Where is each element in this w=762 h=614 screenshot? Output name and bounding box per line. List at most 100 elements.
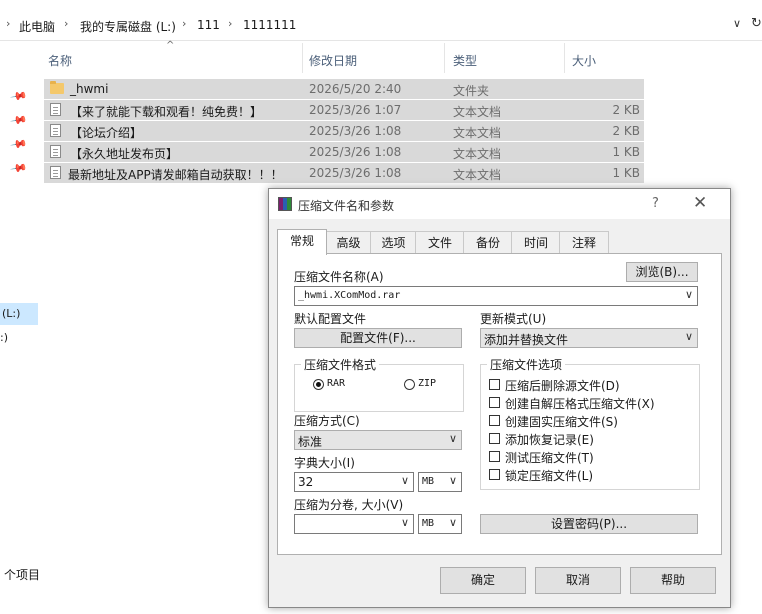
dictionary-size-select[interactable]: 32 ∨ xyxy=(294,472,414,492)
option-label[interactable]: 锁定压缩文件(L) xyxy=(505,467,593,484)
column-header-type[interactable]: 类型 xyxy=(453,52,477,69)
checkbox-lock-archive[interactable] xyxy=(489,469,500,480)
breadcrumb-folder-111[interactable]: 111 xyxy=(197,18,220,32)
checkbox-recovery-record[interactable] xyxy=(489,433,500,444)
help-icon[interactable]: ? xyxy=(652,196,659,211)
chevron-down-icon[interactable]: ∨ xyxy=(449,516,457,529)
option-label[interactable]: 测试压缩文件(T) xyxy=(505,449,594,466)
pin-icon[interactable]: 📌 xyxy=(10,111,29,130)
chevron-down-icon[interactable]: ∨ xyxy=(733,17,741,30)
file-type: 文本文档 xyxy=(453,147,502,161)
checkbox-sfx[interactable] xyxy=(489,397,500,408)
cancel-button[interactable]: 取消 xyxy=(535,567,621,594)
breadcrumb-this-pc[interactable]: 此电脑 xyxy=(19,18,55,35)
chevron-down-icon[interactable]: ∨ xyxy=(401,474,409,487)
split-unit-value: MB xyxy=(422,518,435,529)
archive-name-label: 压缩文件名称(A) xyxy=(294,270,384,284)
breadcrumb-folder-1111111[interactable]: 1111111 xyxy=(243,18,296,32)
radio-zip[interactable] xyxy=(404,379,415,390)
chevron-down-icon[interactable]: ∨ xyxy=(685,288,693,301)
chevron-down-icon[interactable]: ∨ xyxy=(449,432,457,445)
checkbox-solid[interactable] xyxy=(489,415,500,426)
tab-general[interactable]: 常规 xyxy=(277,229,327,255)
set-password-button[interactable]: 设置密码(P)... xyxy=(480,514,698,534)
radio-zip-label[interactable]: ZIP xyxy=(418,378,436,389)
chevron-right-icon: › xyxy=(228,17,233,30)
chevron-down-icon[interactable]: ∨ xyxy=(449,474,457,487)
file-row[interactable]: 【论坛介绍】 2025/3/26 1:08 文本文档 2 KB xyxy=(44,121,644,141)
pin-icon[interactable]: 📌 xyxy=(10,159,29,178)
option-label[interactable]: 添加恢复记录(E) xyxy=(505,431,594,448)
ok-button[interactable]: 确定 xyxy=(440,567,526,594)
column-divider[interactable] xyxy=(444,43,445,73)
file-date: 2025/3/26 1:07 xyxy=(309,103,402,117)
file-name: 【永久地址发布页】 xyxy=(70,147,179,161)
breadcrumb-drive[interactable]: 我的专属磁盘 (L:) xyxy=(80,18,176,35)
text-file-icon xyxy=(50,166,61,179)
file-row-hwmi[interactable]: _hwmi 2026/5/20 2:40 文件夹 xyxy=(44,79,644,99)
dictionary-unit-select[interactable]: MB ∨ xyxy=(418,472,462,492)
file-date: 2026/5/20 2:40 xyxy=(309,82,402,96)
radio-rar[interactable] xyxy=(313,379,324,390)
nav-item-drive-l[interactable]: (L:) xyxy=(0,303,38,325)
option-label[interactable]: 压缩后删除源文件(D) xyxy=(505,377,620,394)
file-row[interactable]: 【来了就能下载和观看！纯免费！】 2025/3/26 1:07 文本文档 2 K… xyxy=(44,100,644,120)
winrar-icon xyxy=(278,197,292,211)
file-name: _hwmi xyxy=(70,82,109,96)
file-date: 2025/3/26 1:08 xyxy=(309,166,402,180)
archive-name-parameters-dialog: 压缩文件名和参数 ? ✕ 常规 高级 选项 文件 备份 时间 注释 压缩文件名称… xyxy=(268,188,731,608)
tab-advanced[interactable]: 高级 xyxy=(325,231,372,254)
file-row[interactable]: 【永久地址发布页】 2025/3/26 1:08 文本文档 1 KB xyxy=(44,142,644,162)
column-header-name[interactable]: 名称 xyxy=(48,52,72,69)
browse-button[interactable]: 浏览(B)... xyxy=(626,262,698,282)
help-button[interactable]: 帮助 xyxy=(630,567,716,594)
compression-method-label: 压缩方式(C) xyxy=(294,414,360,428)
profiles-button[interactable]: 配置文件(F)... xyxy=(294,328,462,348)
file-name: 【论坛介绍】 xyxy=(70,126,143,140)
default-profile-label: 默认配置文件 xyxy=(294,312,367,326)
column-header-size[interactable]: 大小 xyxy=(572,52,596,69)
archive-format-title: 压缩文件格式 xyxy=(301,356,380,373)
refresh-icon[interactable]: ↻ xyxy=(751,16,762,31)
chevron-down-icon[interactable]: ∨ xyxy=(685,330,693,343)
file-type: 文本文档 xyxy=(453,168,502,182)
chevron-down-icon[interactable]: ∨ xyxy=(401,516,409,529)
column-header-date[interactable]: 修改日期 xyxy=(309,52,357,69)
split-unit-select[interactable]: MB ∨ xyxy=(418,514,462,534)
archive-name-combo[interactable]: _hwmi.XComMod.rar ∨ xyxy=(294,286,698,306)
dictionary-size-value: 32 xyxy=(298,475,314,489)
pin-icon[interactable]: 📌 xyxy=(10,87,29,106)
update-mode-select[interactable]: 添加并替换文件 ∨ xyxy=(480,328,698,348)
column-divider[interactable] xyxy=(302,43,303,73)
dialog-titlebar[interactable]: 压缩文件名和参数 ? ✕ xyxy=(269,189,730,219)
option-label[interactable]: 创建自解压格式压缩文件(X) xyxy=(505,395,655,412)
tab-files[interactable]: 文件 xyxy=(415,231,465,254)
close-icon[interactable]: ✕ xyxy=(693,193,707,213)
archive-format-group: 压缩文件格式 RAR ZIP xyxy=(294,356,464,412)
file-date: 2025/3/26 1:08 xyxy=(309,145,402,159)
pin-icon[interactable]: 📌 xyxy=(10,135,29,154)
checkbox-delete-after[interactable] xyxy=(489,379,500,390)
tab-backup[interactable]: 备份 xyxy=(463,231,513,254)
file-row[interactable]: 最新地址及APP请发邮箱自动获取！！！ 2025/3/26 1:08 文本文档 … xyxy=(44,163,644,183)
update-mode-label: 更新模式(U) xyxy=(480,312,547,326)
file-date: 2025/3/26 1:08 xyxy=(309,124,402,138)
column-divider[interactable] xyxy=(564,43,565,73)
archive-name-value[interactable]: _hwmi.XComMod.rar xyxy=(298,290,400,301)
address-bar[interactable]: › 此电脑 › 我的专属磁盘 (L:) › 111 › 1111111 ∨ ↻ xyxy=(0,12,762,41)
file-type: 文件夹 xyxy=(453,84,490,98)
option-label[interactable]: 创建固实压缩文件(S) xyxy=(505,413,618,430)
checkbox-test-archive[interactable] xyxy=(489,451,500,462)
compression-method-select[interactable]: 标准 ∨ xyxy=(294,430,462,450)
nav-item-drive[interactable]: :) xyxy=(0,331,8,344)
text-file-icon xyxy=(50,124,61,137)
split-volumes-input[interactable]: ∨ xyxy=(294,514,414,534)
tab-comment[interactable]: 注释 xyxy=(559,231,609,254)
compression-method-value: 标准 xyxy=(298,435,323,449)
chevron-right-icon: › xyxy=(64,17,69,30)
tab-options[interactable]: 选项 xyxy=(370,231,417,254)
file-size: 2 KB xyxy=(612,124,640,138)
tab-time[interactable]: 时间 xyxy=(511,231,561,254)
radio-rar-label[interactable]: RAR xyxy=(327,378,345,389)
dialog-title: 压缩文件名和参数 xyxy=(298,199,395,213)
